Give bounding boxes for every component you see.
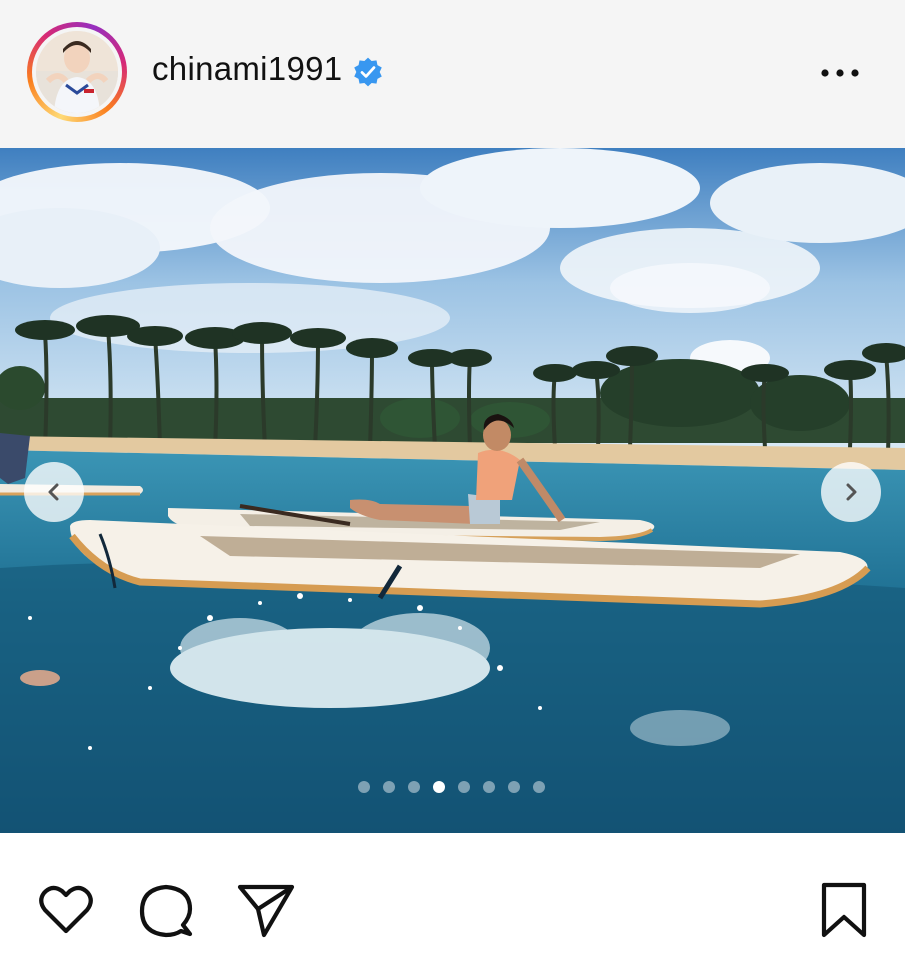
- carousel-next-button[interactable]: [821, 462, 881, 522]
- more-horizontal-icon[interactable]: [815, 58, 865, 88]
- username[interactable]: chinami1991: [152, 50, 342, 88]
- carousel-dot: [483, 781, 495, 793]
- story-ring[interactable]: [27, 22, 127, 122]
- carousel-dot: [383, 781, 395, 793]
- avatar-image: [36, 31, 118, 113]
- post-photo[interactable]: [0, 148, 905, 833]
- heart-icon[interactable]: [36, 881, 96, 941]
- avatar[interactable]: [36, 31, 118, 113]
- carousel-dot: [458, 781, 470, 793]
- bookmark-icon[interactable]: [814, 881, 874, 941]
- carousel-dot: [433, 781, 445, 793]
- carousel-dot: [533, 781, 545, 793]
- carousel-dot: [408, 781, 420, 793]
- avatar-border: [32, 27, 122, 117]
- chevron-right-icon: [846, 483, 857, 501]
- carousel-dot: [358, 781, 370, 793]
- chevron-left-icon: [48, 483, 59, 501]
- carousel-prev-button[interactable]: [24, 462, 84, 522]
- paddleboard-photo: [0, 148, 905, 833]
- verified-badge-icon: [354, 57, 382, 87]
- post-header: chinami1991: [0, 0, 905, 148]
- action-bar: [0, 833, 905, 961]
- comment-icon[interactable]: [136, 881, 196, 941]
- carousel-dot: [508, 781, 520, 793]
- carousel-indicators: [358, 781, 545, 795]
- send-icon[interactable]: [236, 881, 296, 941]
